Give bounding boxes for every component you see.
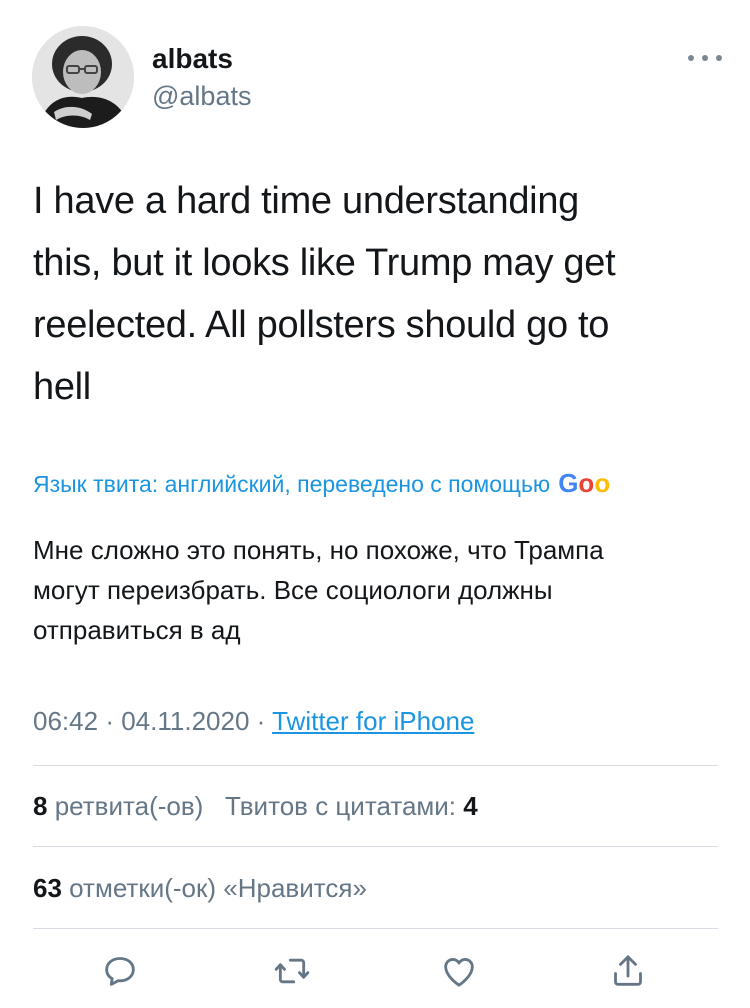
tweet-time: 06:42 bbox=[33, 706, 99, 736]
translation-notice-text: Язык твита: английский, переведено с пом… bbox=[33, 471, 551, 497]
likes-count: 63 bbox=[33, 873, 62, 903]
meta-separator: · bbox=[256, 706, 266, 736]
divider bbox=[33, 846, 718, 847]
author-name[interactable]: albats bbox=[152, 42, 233, 76]
quotes-stat[interactable]: Твитов с цитатами: 4 bbox=[225, 791, 478, 821]
more-options-icon[interactable] bbox=[688, 48, 722, 68]
likes-stats-row[interactable]: 63 отметки(-ок) «Нравится» bbox=[33, 870, 367, 906]
retweets-count: 8 bbox=[33, 791, 48, 821]
quotes-label: Твитов с цитатами: bbox=[225, 791, 457, 821]
google-logo: Goo bbox=[558, 468, 611, 498]
like-icon[interactable] bbox=[434, 946, 484, 996]
divider bbox=[33, 765, 718, 766]
likes-label: отметки(-ок) «Нравится» bbox=[69, 873, 367, 903]
tweet-source-link[interactable]: Twitter for iPhone bbox=[272, 706, 474, 736]
more-dot bbox=[716, 55, 722, 61]
tweet-meta: 06:42 · 04.11.2020 · Twitter for iPhone bbox=[33, 703, 474, 739]
tweet-date: 04.11.2020 bbox=[121, 706, 250, 736]
divider bbox=[33, 928, 718, 929]
translated-text: Мне сложно это понять, но похоже, что Тр… bbox=[33, 535, 604, 645]
tweet-actions bbox=[0, 946, 750, 996]
translation-notice[interactable]: Язык твита: английский, переведено с пом… bbox=[33, 466, 750, 500]
share-icon[interactable] bbox=[603, 946, 653, 996]
retweet-stats-row: 8 ретвита(-ов) Твитов с цитатами: 4 bbox=[33, 788, 478, 824]
retweet-icon[interactable] bbox=[267, 946, 317, 996]
retweets-label: ретвита(-ов) bbox=[54, 791, 204, 821]
reply-icon[interactable] bbox=[95, 946, 145, 996]
avatar[interactable] bbox=[32, 26, 134, 128]
tweet-text: I have a hard time understanding this, b… bbox=[33, 180, 616, 408]
author-handle[interactable]: @albats bbox=[152, 80, 251, 112]
quotes-count: 4 bbox=[463, 791, 478, 821]
more-dot bbox=[702, 55, 708, 61]
meta-separator: · bbox=[105, 706, 114, 736]
tweet-detail: albats @albats I have a hard time unders… bbox=[0, 0, 750, 1008]
retweets-stat[interactable]: 8 ретвита(-ов) bbox=[33, 791, 203, 821]
more-dot bbox=[688, 55, 694, 61]
